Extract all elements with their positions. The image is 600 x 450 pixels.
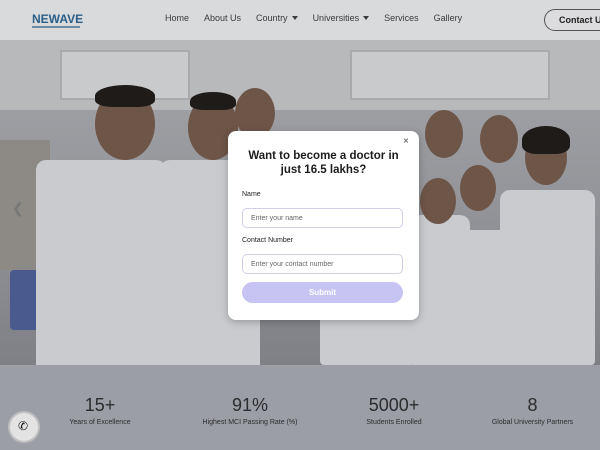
stat-label: Highest MCI Passing Rate (%) (202, 419, 298, 426)
stat-value: 8 (527, 395, 538, 415)
person (500, 190, 595, 365)
nav-home-label: Home (165, 13, 190, 23)
person-hair (522, 126, 570, 154)
lead-form-modal: × Want to become a doctor in just 16.5 l… (228, 131, 419, 320)
phone-icon: ✆ (18, 419, 29, 433)
nav-about-label: About Us (204, 13, 242, 23)
stat-label: Students Enrolled (366, 419, 422, 426)
stat-value: 91% (231, 395, 269, 415)
nav-home[interactable]: Home (165, 13, 189, 23)
person-hair (190, 92, 236, 110)
contact-us-button[interactable]: Contact Us (544, 9, 600, 31)
main-nav: Home About Us Country Universities Servi… (165, 13, 477, 23)
hero-window (350, 50, 550, 100)
stat-label: Global University Partners (491, 419, 574, 426)
site-header: NEWAVE Home About Us Country Universitie… (0, 0, 600, 40)
name-field[interactable]: Enter your name (242, 208, 403, 228)
submit-button[interactable]: Submit (242, 282, 403, 303)
person-head (480, 115, 518, 163)
stat-value: 5000+ (368, 395, 420, 415)
nav-services-label: Services (384, 13, 419, 23)
call-button[interactable]: ✆ (10, 413, 38, 441)
nav-universities-label: Universities (312, 13, 360, 23)
person (36, 160, 166, 365)
nav-services[interactable]: Services (384, 13, 419, 23)
modal-title: Want to become a doctor in just 16.5 lak… (248, 150, 399, 176)
stat-label: Years of Excellence (69, 419, 131, 426)
chevron-down-icon (363, 16, 370, 20)
nav-country[interactable]: Country (256, 13, 298, 23)
nav-gallery[interactable]: Gallery (434, 13, 463, 23)
stat-item: 5000+ Students Enrolled (349, 395, 439, 426)
stats-bar: 15+ Years of Excellence 91% Highest MCI … (0, 365, 600, 450)
logo-underline (32, 26, 80, 28)
stat-item: 15+ Years of Excellence (55, 395, 145, 426)
contact-number-field[interactable]: Enter your contact number (242, 254, 403, 274)
nav-gallery-label: Gallery (433, 13, 463, 23)
contact-number-label: Contact Number (242, 237, 293, 244)
close-icon[interactable]: × (403, 136, 409, 147)
nav-country-label: Country (256, 13, 288, 23)
chevron-left-icon[interactable]: ❮ (12, 200, 28, 222)
logo[interactable]: NEWAVE (28, 8, 84, 32)
stat-item: 8 Global University Partners (480, 395, 585, 426)
stat-item: 91% Highest MCI Passing Rate (%) (190, 395, 310, 426)
nav-about[interactable]: About Us (204, 13, 241, 23)
person-head (425, 110, 463, 158)
nav-universities[interactable]: Universities (313, 13, 370, 23)
person-head (420, 178, 456, 224)
person-hair (95, 85, 155, 107)
stat-value: 15+ (84, 395, 116, 415)
logo-text: NEWAVE (32, 12, 84, 26)
chevron-down-icon (291, 16, 298, 20)
name-label: Name (242, 191, 261, 198)
person-head (460, 165, 496, 211)
